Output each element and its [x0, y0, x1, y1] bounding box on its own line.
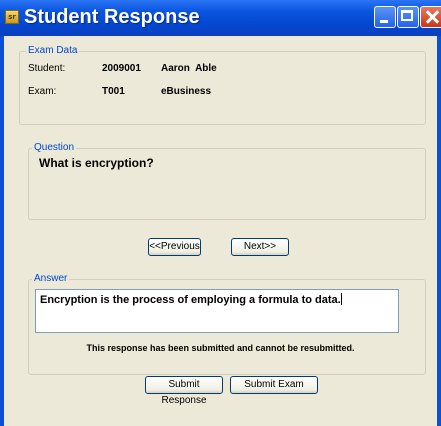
exam-label: Exam: [28, 86, 57, 97]
student-label: Student: [28, 63, 66, 74]
submit-response-button[interactable]: Submit Response [145, 376, 223, 406]
text-caret [340, 293, 342, 305]
app-icon[interactable]: sr [5, 10, 19, 24]
exam-id: T001 [102, 86, 125, 97]
previous-button[interactable]: <<Previous [148, 238, 201, 256]
student-name: Aaron Able [161, 63, 217, 74]
submission-notice: This response has been submitted and can… [86, 343, 355, 353]
question-text: What is encryption? [39, 156, 154, 170]
student-id: 2009001 [102, 63, 141, 74]
answer-text: Encryption is the process of employing a… [40, 294, 341, 306]
question-group: Question What is encryption? [28, 142, 426, 220]
window-title: Student Response [24, 6, 200, 28]
next-button[interactable]: Next>> [231, 238, 289, 256]
submit-exam-button[interactable]: Submit Exam [230, 376, 318, 394]
exam-data-group-label: Exam Data [26, 45, 80, 56]
minimize-icon[interactable] [374, 6, 396, 28]
title-bar[interactable]: sr Student Response [0, 0, 441, 36]
exam-name: eBusiness [161, 86, 212, 97]
answer-textbox[interactable]: Encryption is the process of employing a… [35, 289, 399, 333]
question-group-label: Question [32, 142, 77, 153]
window-client-area: Exam Data Student: 2009001 Aaron Able Ex… [4, 36, 437, 426]
close-icon[interactable] [420, 6, 441, 28]
maximize-icon[interactable] [397, 6, 419, 28]
student-response-window: sr Student Response Exam Data Student: 2… [0, 0, 441, 426]
exam-data-group: Exam Data Student: 2009001 Aaron Able Ex… [19, 45, 426, 125]
answer-group-label: Answer [32, 273, 70, 284]
